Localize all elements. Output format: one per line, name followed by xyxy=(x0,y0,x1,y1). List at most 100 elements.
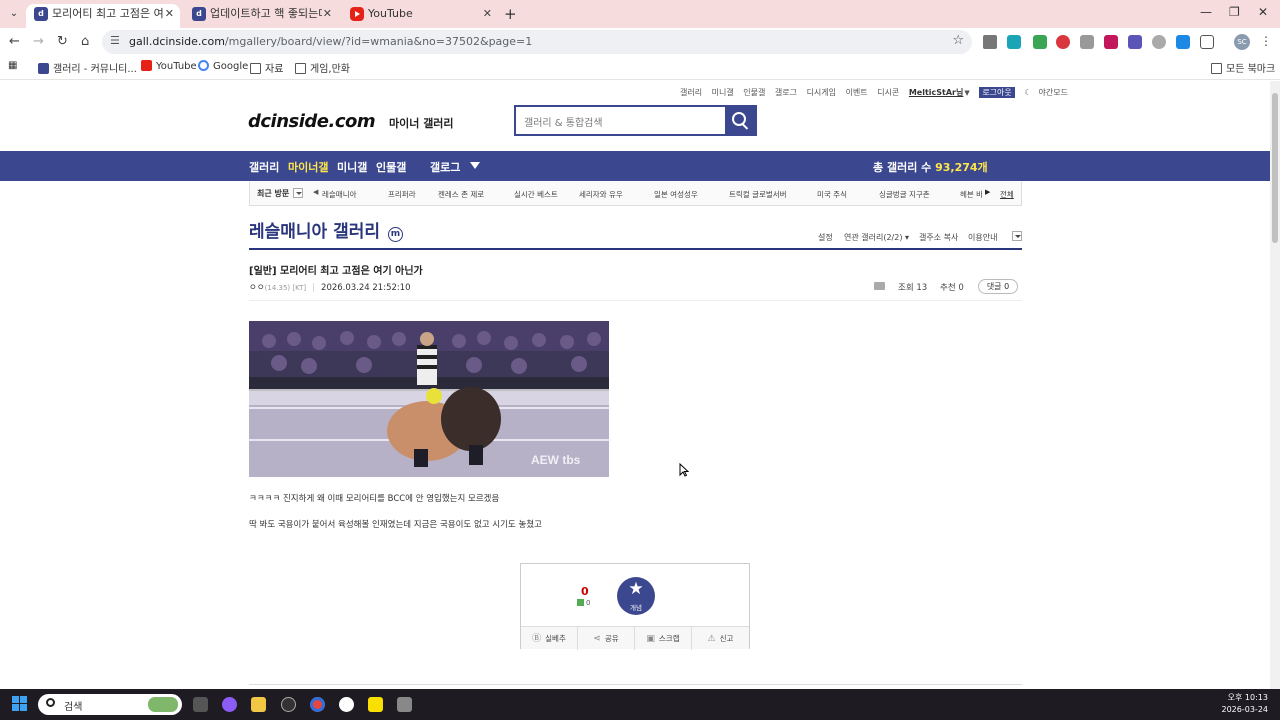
toplink-gallog[interactable]: 갤로그 xyxy=(775,88,797,97)
recent-item[interactable]: 프리퍼라 xyxy=(388,189,416,200)
related-gallery-menu[interactable]: 연관 갤러리(2/2) ▾ xyxy=(844,232,909,243)
extension-icon[interactable] xyxy=(1104,35,1118,49)
tab-search-chevron-icon[interactable]: ⌄ xyxy=(6,6,22,22)
bookmark-youtube[interactable]: YouTube xyxy=(141,60,197,72)
address-bar[interactable]: ☰ gall.dcinside.com/mgallery/board/view/… xyxy=(102,30,972,54)
bookmark-folder-games[interactable]: 게임,만화 xyxy=(295,60,350,75)
recent-item[interactable]: 세리자와 유우 xyxy=(579,189,623,200)
recent-prev-icon[interactable]: ◀ xyxy=(313,188,318,196)
site-logo[interactable]: dcinside.com xyxy=(248,111,376,132)
usage-guide[interactable]: 이용안내 xyxy=(968,232,997,243)
toplink-dccon[interactable]: 디시콘 xyxy=(877,88,899,97)
recent-item[interactable]: 미국 주식 xyxy=(817,189,847,200)
recent-item[interactable]: 레슬매니아 xyxy=(322,189,357,200)
extension-icon[interactable] xyxy=(1056,35,1070,49)
back-icon[interactable]: ← xyxy=(9,34,20,49)
all-bookmarks[interactable]: 모든 북마크 xyxy=(1211,60,1275,75)
extension-icon[interactable] xyxy=(1080,35,1094,49)
toplink-dcgame[interactable]: 디시게임 xyxy=(807,88,836,97)
search-input[interactable]: 갤러리 & 통합검색 xyxy=(524,114,603,129)
tab-post[interactable]: d 모리어티 최고 고점은 여기 아닌가 ✕ xyxy=(26,4,180,28)
recent-all-link[interactable]: 전체 xyxy=(1000,189,1014,200)
report-button[interactable]: ⚠ 신고 xyxy=(692,627,749,650)
share-button[interactable]: ⋖ 공유 xyxy=(578,627,635,650)
close-tab-icon[interactable]: ✕ xyxy=(165,4,174,24)
comments-button[interactable]: 댓글 0 xyxy=(978,279,1018,294)
nav-dropdown-icon[interactable] xyxy=(470,162,480,169)
upvote-button[interactable]: ★ 개념 xyxy=(617,577,655,615)
copy-gallery-url[interactable]: 갤주소 복사 xyxy=(919,232,958,243)
copilot-icon[interactable] xyxy=(222,697,237,712)
restore-icon[interactable]: ❐ xyxy=(1229,5,1240,19)
user-caret-icon[interactable]: ▼ xyxy=(964,89,969,97)
kakaotalk-icon[interactable] xyxy=(368,697,383,712)
extensions-puzzle-icon[interactable] xyxy=(1200,35,1214,49)
app-icon[interactable] xyxy=(339,697,354,712)
recent-item[interactable]: 트릭컬 글로벌서버 xyxy=(729,189,787,200)
recent-dropdown-icon[interactable] xyxy=(293,188,303,198)
new-tab-icon[interactable]: + xyxy=(504,5,517,23)
logout-button[interactable]: 로그아웃 xyxy=(979,87,1015,98)
scrap-folder-icon[interactable] xyxy=(874,282,885,290)
chrome-icon[interactable] xyxy=(310,697,325,712)
bookmark-google[interactable]: Google xyxy=(198,60,248,72)
file-explorer-icon[interactable] xyxy=(251,697,266,712)
recommend-best-button[interactable]: Ⓑ 실베추 xyxy=(521,627,578,650)
system-clock[interactable]: 오후 10:13 2026-03-24 xyxy=(1220,692,1269,716)
recent-item[interactable]: 실시간 베스트 xyxy=(514,189,558,200)
app-icon[interactable] xyxy=(281,697,296,712)
windows-start-icon[interactable] xyxy=(12,696,28,712)
nav-person-gallery[interactable]: 인물갤 xyxy=(376,159,406,175)
extension-icon[interactable] xyxy=(983,35,997,49)
recent-item[interactable]: 헤븐 바 xyxy=(960,189,982,200)
gallery-menu-dropdown-icon[interactable] xyxy=(1012,231,1022,241)
extension-icon[interactable] xyxy=(1033,35,1047,49)
reload-icon[interactable]: ↻ xyxy=(57,34,68,49)
bookmark-dc[interactable]: 갤러리 - 커뮤니티... xyxy=(38,60,137,75)
site-search[interactable]: 갤러리 & 통합검색 xyxy=(514,105,757,136)
night-mode-toggle[interactable]: 야간모드 xyxy=(1038,88,1067,97)
close-tab-icon[interactable]: ✕ xyxy=(483,4,492,24)
taskbar-search[interactable]: 검색 xyxy=(38,694,182,715)
recent-item[interactable]: 싱글벙글 지구촌 xyxy=(879,189,930,200)
post-image[interactable]: AEW tbs xyxy=(249,321,609,477)
home-icon[interactable]: ⌂ xyxy=(81,34,89,49)
recent-item[interactable]: 젠레스 존 제로 xyxy=(438,189,484,200)
moon-icon[interactable]: ☾ xyxy=(1024,88,1031,97)
forward-icon[interactable]: → xyxy=(33,34,44,49)
extension-icon[interactable] xyxy=(1007,35,1021,49)
toplink-persongall[interactable]: 인물갤 xyxy=(743,88,765,97)
menu-kebab-icon[interactable]: ⋮ xyxy=(1260,34,1272,48)
nav-gallery[interactable]: 갤러리 xyxy=(249,159,279,175)
gallery-title[interactable]: 레슬매니아 갤러리 m xyxy=(249,217,403,242)
app-icon[interactable] xyxy=(397,697,412,712)
profile-avatar[interactable]: SC xyxy=(1234,34,1250,50)
nav-minor-gallery[interactable]: 마이너갤 xyxy=(288,159,328,175)
tab-update[interactable]: d 업데이트하고 핵 좋되는데 - 컨 ✕ xyxy=(184,4,338,28)
nav-mini-gallery[interactable]: 미니갤 xyxy=(337,159,367,175)
gallery-settings[interactable]: 설정 xyxy=(818,232,833,243)
close-tab-icon[interactable]: ✕ xyxy=(323,4,332,24)
download-icon[interactable] xyxy=(1176,35,1190,49)
page-scrollbar[interactable] xyxy=(1270,81,1280,689)
apps-grid-icon[interactable]: ▦ xyxy=(8,60,17,71)
post-writer[interactable]: ㅇㅇ xyxy=(249,283,265,293)
nav-gallog[interactable]: 갤로그 xyxy=(430,159,460,175)
toplink-event[interactable]: 이벤트 xyxy=(846,88,868,97)
search-icon[interactable] xyxy=(725,107,755,134)
tab-youtube[interactable]: YouTube ✕ xyxy=(342,4,498,28)
extension-icon[interactable] xyxy=(1152,35,1166,49)
recent-item[interactable]: 일본 여성성우 xyxy=(654,189,698,200)
scrap-button[interactable]: ▣ 스크랩 xyxy=(635,627,692,650)
task-view-icon[interactable] xyxy=(193,697,208,712)
user-menu[interactable]: MelticStAr님 xyxy=(909,88,964,97)
bookmark-folder-data[interactable]: 자료 xyxy=(250,60,283,75)
recent-next-icon[interactable]: ▶ xyxy=(985,188,990,196)
scrollbar-thumb[interactable] xyxy=(1272,93,1278,243)
minimize-icon[interactable]: — xyxy=(1200,5,1212,19)
bookmark-star-icon[interactable]: ☆ xyxy=(952,33,964,48)
close-window-icon[interactable]: ✕ xyxy=(1258,5,1268,19)
toplink-gallery[interactable]: 갤러리 xyxy=(680,88,702,97)
toplink-minigall[interactable]: 미니갤 xyxy=(712,88,734,97)
site-info-icon[interactable]: ☰ xyxy=(110,34,120,47)
